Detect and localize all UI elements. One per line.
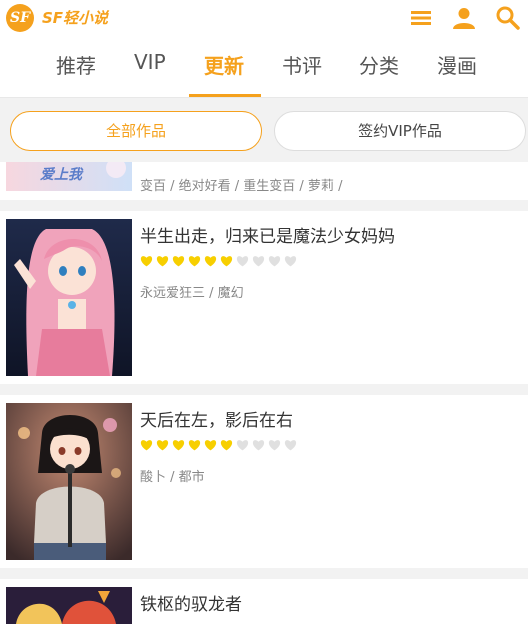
rating-heart-icon: [172, 440, 185, 451]
book-title[interactable]: 半生出走，归来已是魔法少女妈妈: [140, 222, 395, 247]
rating-heart-icon: [252, 440, 265, 451]
rating-heart-icon: [156, 256, 169, 267]
brand-name[interactable]: SF轻小说: [42, 7, 108, 28]
tab-reviews[interactable]: 书评: [282, 50, 322, 79]
book-title[interactable]: 天后在左，影后在右: [140, 406, 293, 431]
book-cover[interactable]: [6, 587, 132, 624]
vip-works-button[interactable]: 签约VIP作品: [274, 111, 526, 151]
book-meta: 酸卜 / 都市: [140, 470, 205, 485]
top-bar: SF SF轻小说: [0, 0, 528, 36]
user-icon[interactable]: [450, 4, 478, 32]
rating-heart-icon: [268, 256, 281, 267]
book-card[interactable]: 铁枢的驭龙者: [0, 579, 528, 624]
rating-heart-icon: [188, 256, 201, 267]
rating-heart-icon: [236, 256, 249, 267]
rating-heart-icon: [140, 256, 153, 267]
filter-bar: 全部作品 签约VIP作品: [0, 98, 528, 162]
logo-icon[interactable]: SF: [6, 4, 34, 32]
rating-heart-icon: [156, 440, 169, 451]
rating-heart-icon: [140, 440, 153, 451]
tab-comics[interactable]: 漫画: [437, 50, 477, 79]
all-works-button[interactable]: 全部作品: [10, 111, 262, 151]
rating-heart-icon: [268, 440, 281, 451]
book-card[interactable]: 爱上我 变百 / 绝对好看 / 重生变百 / 萝莉 /: [0, 162, 528, 200]
cover-lettering: 爱上我: [40, 167, 82, 183]
book-title[interactable]: 铁枢的驭龙者: [140, 590, 242, 615]
book-card[interactable]: 天后在左，影后在右 酸卜 / 都市: [0, 395, 528, 568]
rating-heart-icon: [220, 440, 233, 451]
tab-vip[interactable]: VIP: [134, 50, 166, 74]
book-meta: 变百 / 绝对好看 / 重生变百 / 萝莉 /: [140, 179, 343, 194]
book-cover[interactable]: 爱上我: [6, 162, 132, 191]
book-rating: [140, 255, 297, 267]
book-card[interactable]: 半生出走，归来已是魔法少女妈妈 永远爱狂三 / 魔幻: [0, 211, 528, 384]
tab-updates[interactable]: 更新: [204, 50, 244, 79]
active-tab-indicator: [189, 94, 261, 97]
rating-heart-icon: [220, 256, 233, 267]
tab-categories[interactable]: 分类: [359, 50, 399, 79]
rating-heart-icon: [188, 440, 201, 451]
book-rating: [140, 439, 297, 451]
category-tabs: 推荐 VIP 更新 书评 分类 漫画: [0, 36, 528, 98]
search-icon[interactable]: [494, 4, 522, 32]
rating-heart-icon: [204, 256, 217, 267]
book-meta: 永远爱狂三 / 魔幻: [140, 286, 244, 301]
tab-recommend[interactable]: 推荐: [56, 50, 96, 79]
rating-heart-icon: [284, 256, 297, 267]
rating-heart-icon: [284, 440, 297, 451]
book-cover[interactable]: [6, 403, 132, 560]
rating-heart-icon: [204, 440, 217, 451]
rating-heart-icon: [252, 256, 265, 267]
book-cover[interactable]: [6, 219, 132, 376]
list-icon[interactable]: [407, 4, 435, 32]
rating-heart-icon: [236, 440, 249, 451]
rating-heart-icon: [172, 256, 185, 267]
